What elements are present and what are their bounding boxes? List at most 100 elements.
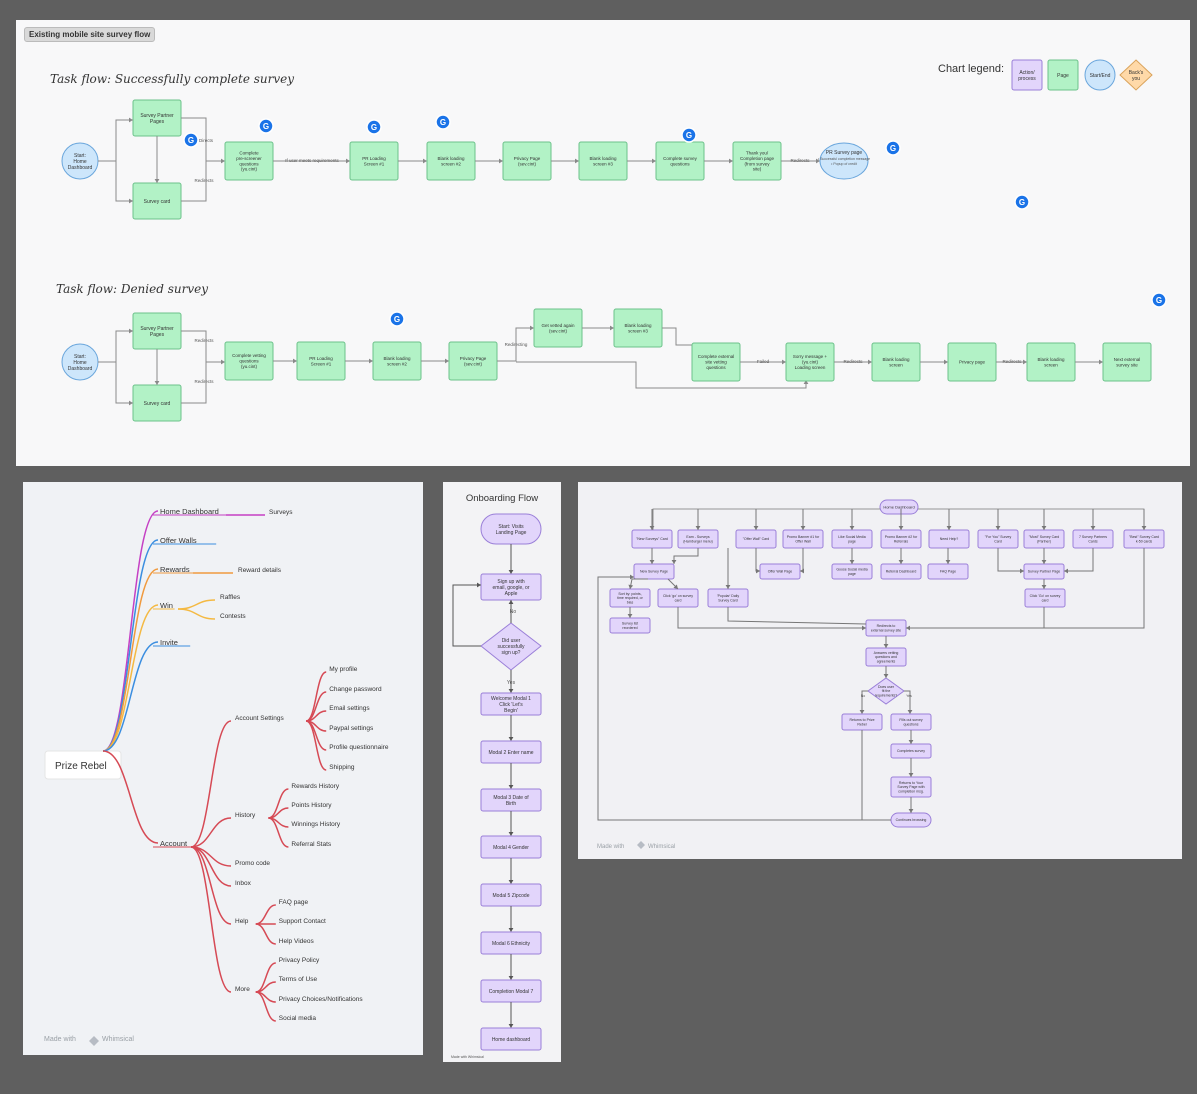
task-flow-diagram: Task flow: Successfully complete survey T…	[50, 59, 1167, 422]
flow1-end-line: • Popup of credit	[831, 162, 857, 166]
flow2-redirects-2: Redirects	[194, 379, 214, 384]
arrowhead	[671, 560, 677, 564]
fc-row2-2-label: Offer Wall Page	[768, 570, 793, 574]
flow2-card-label: Survey card	[144, 401, 171, 407]
flow2-privacy-label: Privacy page	[959, 360, 986, 365]
branch-account: Account	[160, 839, 188, 848]
c	[1064, 548, 1094, 572]
leaf-referral-stats: Referral Stats	[291, 841, 331, 848]
leaf-win-0: Raffles	[220, 594, 241, 601]
arrowhead	[627, 614, 633, 618]
leaf-points-history: Points History	[291, 802, 332, 809]
arrowhead	[508, 928, 514, 932]
arrowhead	[945, 560, 951, 564]
arrowhead	[908, 809, 914, 813]
flow1-node-4-label: Blank loading screen #3	[589, 156, 617, 166]
flow2-node-1-label: PR Loading Screen #1	[309, 356, 333, 366]
c	[997, 548, 1024, 572]
arrowhead	[423, 158, 427, 164]
arrowhead	[1041, 560, 1047, 564]
leaf-privacy-choices-notifications: Privacy Choices/Notifications	[279, 996, 364, 1003]
flow2-redirects-3: Redirects	[843, 359, 863, 364]
c	[115, 161, 133, 202]
arrowhead	[800, 568, 804, 574]
arrowhead	[575, 158, 579, 164]
avatar-letter: G	[188, 136, 194, 145]
flow1-node-1-label: PR Loading Screen #1	[362, 156, 386, 166]
fc-row3-3-label: 'Popular' Daily Survey Card	[717, 594, 739, 602]
c	[727, 607, 867, 625]
leaf-curve	[255, 904, 276, 925]
arrowhead	[1064, 568, 1068, 574]
arrowhead	[508, 600, 514, 604]
arrowhead	[508, 737, 514, 741]
leaf-change-password: Change password	[329, 686, 382, 693]
onboarding-step-2-label: Modal 2 Enter name	[488, 750, 533, 756]
fc-continue-label: Continues browsing	[896, 818, 927, 822]
branch-rewards: Rewards	[160, 565, 190, 574]
leaf-help-videos: Help Videos	[279, 938, 315, 945]
fc-footer: Made with	[597, 844, 624, 850]
arrowhead	[908, 740, 914, 744]
leaf-faq-page: FAQ page	[279, 899, 309, 906]
arrowhead	[898, 526, 904, 530]
fc-row1-3-label: "Offer Wall" Card	[743, 537, 769, 541]
avatar-letter: G	[263, 122, 269, 131]
arrowhead	[499, 158, 503, 164]
flow1-card-label: Survey card	[144, 199, 171, 205]
arrowhead	[849, 560, 855, 564]
c	[115, 362, 133, 404]
flow2-redirecting: Redirecting	[505, 342, 528, 347]
arrowhead	[1041, 526, 1047, 530]
arrowhead	[753, 526, 759, 530]
arrowhead	[725, 585, 731, 589]
arrowhead	[221, 359, 225, 365]
fc-home-label: Home Dashboard	[883, 504, 914, 509]
sub-account-settings: Account Settings	[235, 715, 285, 722]
flow1-end	[819, 142, 869, 180]
c	[906, 607, 1045, 629]
leaf-winnings-history: Winnings History	[291, 821, 341, 828]
avatar-letter: G	[686, 131, 692, 140]
fc-row4-1-label: Survey list reordered	[622, 622, 638, 630]
fc-no: No	[861, 694, 866, 698]
onboarding-footer: Made with Whimsical	[451, 1055, 484, 1059]
arrowhead	[1023, 359, 1027, 365]
arrowhead	[1020, 568, 1024, 574]
sub-more: More	[235, 986, 250, 993]
whimsical-logo-icon	[637, 841, 645, 849]
arrowhead	[649, 526, 655, 530]
arrowhead	[477, 582, 481, 588]
fc-row1-1-label: "New Surveys" Card	[636, 537, 668, 541]
c	[673, 548, 699, 564]
leaf-surveys: Surveys	[269, 509, 293, 516]
c	[755, 548, 760, 572]
sub-promo-code: Promo code	[235, 860, 270, 867]
arrowhead	[508, 570, 514, 574]
arrowhead	[129, 198, 133, 204]
arrowhead	[445, 358, 449, 364]
flow1-directs: Directs	[199, 138, 214, 143]
sitemap-mindmap: Prize Rebel Home Dashboard Surveys Offer Wa…	[23, 482, 423, 1055]
c	[516, 361, 807, 389]
sub-curve	[190, 720, 232, 848]
branch-offer-walls: Offer Walls	[160, 536, 197, 545]
onboarding-step-6-label: Modal 6 Ethnicity	[492, 941, 531, 947]
leaf-paypal-settings: Paypal settings	[329, 725, 374, 732]
flow1-title: Task flow: Successfully complete survey	[50, 72, 294, 86]
legend-title: Chart legend:	[938, 63, 1004, 75]
legend-page-label: Page	[1057, 73, 1069, 79]
branch-invite: Invite	[160, 638, 178, 647]
flow2-title: Task flow: Denied survey	[56, 282, 208, 296]
fc-brand: Whimsical	[648, 844, 675, 850]
mindmap-footer: Made with	[44, 1036, 76, 1043]
c	[597, 576, 891, 821]
dashboard-flowchart-panel: Home Dashboard "New Surveys" Card Earn - S…	[578, 482, 1182, 859]
arrowhead	[221, 158, 225, 164]
arrowhead	[508, 880, 514, 884]
leaf-shipping: Shipping	[329, 764, 355, 771]
c	[181, 330, 225, 363]
arrowhead	[1090, 526, 1096, 530]
leaf-profile-questionnaire: Profile questionnaire	[329, 744, 389, 751]
arrowhead	[508, 689, 514, 693]
